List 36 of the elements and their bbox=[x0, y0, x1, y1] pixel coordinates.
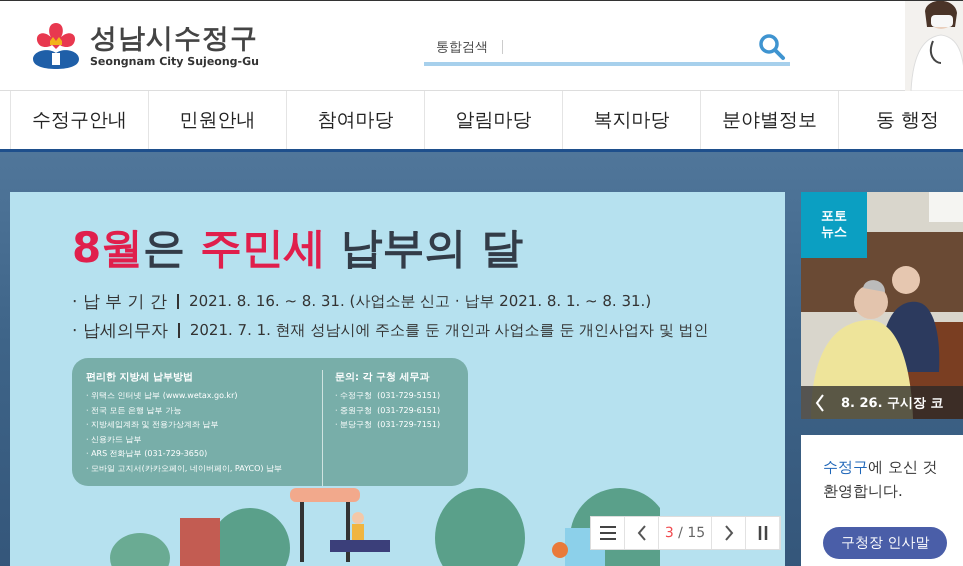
nav-item[interactable]: 분야별정보 bbox=[700, 91, 838, 149]
nav-item[interactable]: 민원안내 bbox=[148, 91, 286, 149]
info-item: · ARS 전화납부 (031-729-3650) bbox=[86, 448, 208, 460]
fact-value: 2021. 7. 1. 현재 성남시에 주소를 둔 개인과 사업소를 둔 개인사업자 및 법인 bbox=[190, 321, 709, 340]
search-field[interactable]: 통합검색 bbox=[424, 32, 790, 66]
nav-item[interactable]: 동 행정 bbox=[838, 91, 963, 149]
info-item: · 전국 모든 은행 납부 가능 bbox=[86, 404, 182, 417]
fact-label: · 납 부 기 간 bbox=[72, 291, 168, 313]
site-title[interactable]: 성남시수정구 bbox=[90, 23, 259, 55]
chevron-left-icon bbox=[636, 525, 646, 541]
welcome-message: 수정구에 오신 것 bbox=[823, 457, 938, 478]
banner-title: 8월은 주민세 납부의 달 bbox=[72, 222, 524, 274]
photo-news-badge: 포토 뉴스 bbox=[801, 192, 867, 258]
site-subtitle: Seongnam City Sujeong-Gu bbox=[90, 55, 259, 68]
welcome-message: 환영합니다. bbox=[823, 481, 903, 502]
info-item: · 지방세입계좌 및 전용가상계좌 납부 bbox=[86, 419, 220, 432]
info-item: · 수정구청 (031-729-5151) bbox=[335, 390, 440, 402]
fact-label: · 납세의무자 bbox=[72, 320, 168, 342]
info-heading: 문의: 각 구청 세무과 bbox=[335, 371, 430, 384]
info-item: · 분당구청 (031-729-7151) bbox=[335, 419, 440, 432]
info-item: · 중원구청 (031-729-6151) bbox=[335, 404, 440, 417]
nav-item[interactable]: 수정구안내 bbox=[10, 91, 148, 149]
photo-caption[interactable]: 8. 26. 구시장 코 bbox=[841, 394, 944, 412]
previous-icon[interactable] bbox=[815, 394, 825, 412]
search-icon[interactable] bbox=[758, 32, 786, 60]
nav-item[interactable]: 알림마당 bbox=[424, 91, 562, 149]
chevron-right-icon bbox=[724, 525, 734, 541]
info-item: · 위택스 인터넷 납부 (www.wetax.go.kr) bbox=[86, 390, 238, 402]
nav-item[interactable]: 복지마당 bbox=[562, 91, 700, 149]
info-item: · 모바일 고지서(카카오페이, 네이버페이, PAYCO) 납부 bbox=[86, 462, 284, 475]
search-label: 통합검색 bbox=[436, 38, 488, 56]
nav-item[interactable]: 참여마당 bbox=[286, 91, 424, 149]
fact-value: 2021. 8. 16. ~ 8. 31. (사업소분 신고 · 납부 2021. 8. 1. ~ 8. 31.) bbox=[189, 292, 652, 311]
greeting-button[interactable]: 구청장 인사말 bbox=[823, 527, 948, 559]
info-item: · 신용카드 납부 bbox=[86, 434, 143, 446]
info-heading: 편리한 지방세 납부방법 bbox=[86, 371, 194, 384]
